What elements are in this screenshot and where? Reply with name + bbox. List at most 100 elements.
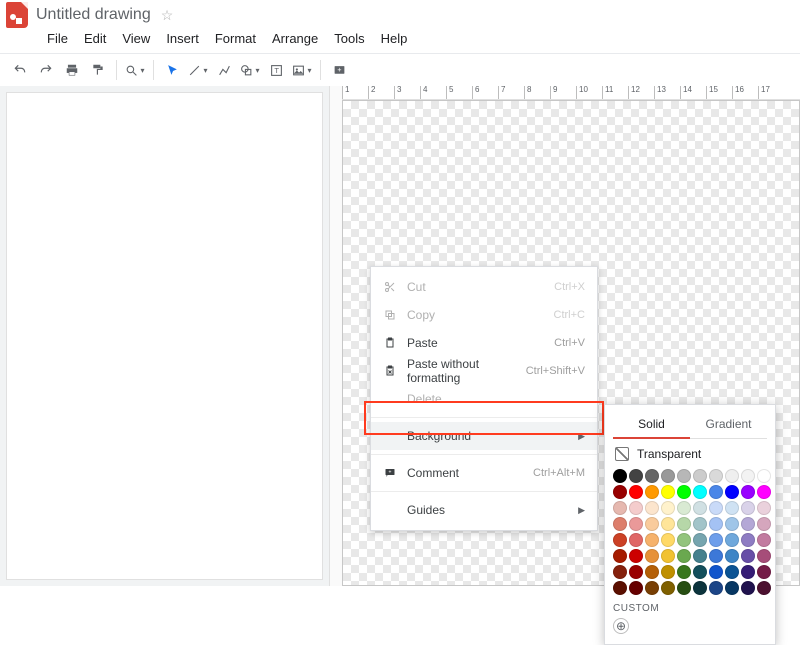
color-swatch[interactable]	[757, 485, 771, 499]
color-swatch[interactable]	[741, 485, 755, 499]
color-swatch[interactable]	[661, 533, 675, 547]
menu-file[interactable]: File	[40, 28, 75, 49]
color-swatch[interactable]	[725, 501, 739, 515]
select-icon[interactable]	[160, 58, 184, 82]
color-swatch[interactable]	[757, 549, 771, 563]
color-swatch[interactable]	[693, 517, 707, 531]
color-swatch[interactable]	[613, 469, 627, 483]
color-swatch[interactable]	[757, 517, 771, 531]
color-swatch[interactable]	[725, 517, 739, 531]
color-swatch[interactable]	[693, 565, 707, 579]
color-swatch[interactable]	[629, 517, 643, 531]
ctx-guides[interactable]: Guides▶	[371, 496, 597, 524]
color-swatch[interactable]	[741, 581, 755, 595]
color-swatch[interactable]	[629, 501, 643, 515]
color-swatch[interactable]	[661, 581, 675, 595]
star-icon[interactable]: ☆	[161, 7, 174, 24]
color-swatch[interactable]	[661, 485, 675, 499]
color-swatch[interactable]	[629, 469, 643, 483]
print-icon[interactable]	[60, 58, 84, 82]
color-swatch[interactable]	[613, 549, 627, 563]
color-swatch[interactable]	[725, 565, 739, 579]
menu-edit[interactable]: Edit	[77, 28, 113, 49]
color-swatch[interactable]	[645, 501, 659, 515]
tab-gradient[interactable]: Gradient	[690, 411, 767, 439]
line-icon[interactable]	[186, 58, 210, 82]
color-swatch[interactable]	[677, 501, 691, 515]
color-swatch[interactable]	[757, 533, 771, 547]
document-title[interactable]: Untitled drawing	[36, 6, 151, 24]
color-swatch[interactable]	[709, 501, 723, 515]
color-swatch[interactable]	[613, 485, 627, 499]
add-custom-color-button[interactable]: ⊕	[613, 618, 629, 634]
menu-help[interactable]: Help	[374, 28, 415, 49]
ctx-paste_nofmt[interactable]: Paste without formattingCtrl+Shift+V	[371, 357, 597, 385]
color-swatch[interactable]	[709, 485, 723, 499]
color-swatch[interactable]	[709, 549, 723, 563]
color-swatch[interactable]	[661, 565, 675, 579]
color-swatch[interactable]	[741, 533, 755, 547]
color-swatch[interactable]	[661, 517, 675, 531]
image-icon[interactable]	[290, 58, 314, 82]
insert-comment-icon[interactable]: +	[327, 58, 351, 82]
menu-view[interactable]: View	[115, 28, 157, 49]
color-swatch[interactable]	[693, 485, 707, 499]
color-swatch[interactable]	[725, 469, 739, 483]
paint-format-icon[interactable]	[86, 58, 110, 82]
color-swatch[interactable]	[693, 533, 707, 547]
color-swatch[interactable]	[645, 549, 659, 563]
color-swatch[interactable]	[661, 549, 675, 563]
transparent-option[interactable]: Transparent	[613, 439, 767, 467]
color-swatch[interactable]	[741, 501, 755, 515]
color-swatch[interactable]	[741, 549, 755, 563]
textbox-icon[interactable]: T	[264, 58, 288, 82]
tab-solid[interactable]: Solid	[613, 411, 690, 439]
shape-icon[interactable]	[238, 58, 262, 82]
color-swatch[interactable]	[725, 581, 739, 595]
color-swatch[interactable]	[693, 469, 707, 483]
color-swatch[interactable]	[677, 517, 691, 531]
color-swatch[interactable]	[661, 469, 675, 483]
color-swatch[interactable]	[677, 469, 691, 483]
color-swatch[interactable]	[693, 549, 707, 563]
color-swatch[interactable]	[677, 581, 691, 595]
color-swatch[interactable]	[677, 533, 691, 547]
color-swatch[interactable]	[709, 517, 723, 531]
color-swatch[interactable]	[741, 469, 755, 483]
redo-icon[interactable]	[34, 58, 58, 82]
zoom-icon[interactable]	[123, 58, 147, 82]
polyline-icon[interactable]	[212, 58, 236, 82]
color-swatch[interactable]	[629, 485, 643, 499]
color-swatch[interactable]	[613, 565, 627, 579]
color-swatch[interactable]	[629, 533, 643, 547]
color-swatch[interactable]	[709, 469, 723, 483]
color-swatch[interactable]	[709, 533, 723, 547]
color-swatch[interactable]	[645, 581, 659, 595]
undo-icon[interactable]	[8, 58, 32, 82]
color-swatch[interactable]	[645, 485, 659, 499]
color-swatch[interactable]	[693, 501, 707, 515]
color-swatch[interactable]	[693, 581, 707, 595]
menu-arrange[interactable]: Arrange	[265, 28, 325, 49]
color-swatch[interactable]	[613, 501, 627, 515]
color-swatch[interactable]	[677, 565, 691, 579]
color-swatch[interactable]	[741, 517, 755, 531]
color-swatch[interactable]	[725, 549, 739, 563]
color-swatch[interactable]	[629, 565, 643, 579]
color-swatch[interactable]	[709, 565, 723, 579]
color-swatch[interactable]	[677, 485, 691, 499]
color-swatch[interactable]	[757, 501, 771, 515]
color-swatch[interactable]	[757, 565, 771, 579]
color-swatch[interactable]	[629, 549, 643, 563]
color-swatch[interactable]	[677, 549, 691, 563]
menu-tools[interactable]: Tools	[327, 28, 371, 49]
color-swatch[interactable]	[613, 533, 627, 547]
menu-format[interactable]: Format	[208, 28, 263, 49]
color-swatch[interactable]	[709, 581, 723, 595]
color-swatch[interactable]	[757, 469, 771, 483]
ctx-comment[interactable]: +CommentCtrl+Alt+M	[371, 459, 597, 487]
color-swatch[interactable]	[613, 581, 627, 595]
menu-insert[interactable]: Insert	[159, 28, 206, 49]
color-swatch[interactable]	[741, 565, 755, 579]
color-swatch[interactable]	[645, 565, 659, 579]
